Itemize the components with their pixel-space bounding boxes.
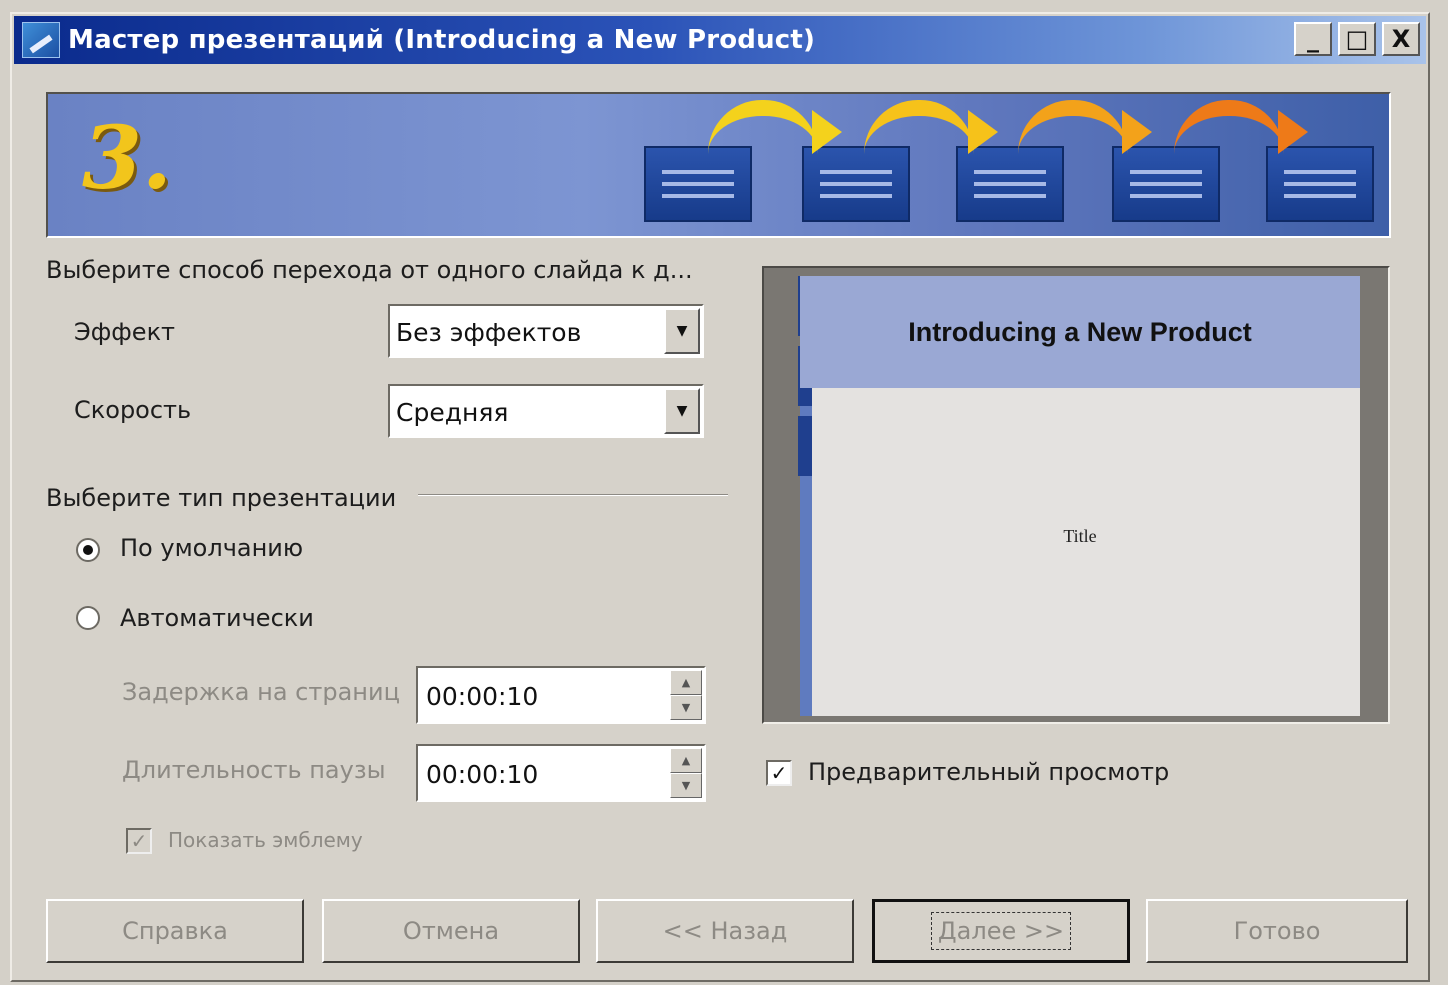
delay-label: Задержка на страниц <box>122 678 400 706</box>
arrow-icon <box>864 100 998 154</box>
pause-spin-arrows[interactable]: ▲ ▼ <box>670 748 702 798</box>
maximize-button[interactable]: □ <box>1338 22 1376 56</box>
delay-spinbox[interactable]: 00:00:10 ▲ ▼ <box>416 666 706 724</box>
speed-label: Скорость <box>74 396 192 424</box>
wizard-banner: 3. <box>46 92 1391 238</box>
effect-select[interactable]: Без эффектов ▼ <box>388 304 704 358</box>
presentation-type-heading: Выберите тип презентации <box>46 484 397 512</box>
slide-icon <box>1112 146 1220 222</box>
radio-default[interactable] <box>76 538 100 562</box>
radio-default-label[interactable]: По умолчанию <box>120 534 303 562</box>
separator <box>418 494 728 496</box>
effect-value: Без эффектов <box>396 318 582 347</box>
finish-button[interactable]: Готово <box>1146 899 1408 963</box>
arrow-icon <box>708 100 842 154</box>
back-button-label: << Назад <box>662 917 788 945</box>
pause-label: Длительность паузы <box>122 756 386 784</box>
radio-automatic[interactable] <box>76 606 100 630</box>
help-button-label: Справка <box>122 917 228 945</box>
speed-value: Средняя <box>396 398 509 427</box>
pause-value: 00:00:10 <box>426 760 539 789</box>
arrow-icon <box>1018 100 1152 154</box>
show-logo-label: Показать эмблему <box>168 828 363 852</box>
slide-icon <box>1266 146 1374 222</box>
slide-icon <box>956 146 1064 222</box>
next-button-label: Далее >> <box>930 912 1072 950</box>
spin-up-icon[interactable]: ▲ <box>670 670 702 695</box>
app-icon <box>22 22 60 58</box>
preview-checkbox-label[interactable]: Предварительный просмотр <box>808 758 1169 786</box>
back-button[interactable]: << Назад <box>596 899 854 963</box>
pause-spinbox[interactable]: 00:00:10 ▲ ▼ <box>416 744 706 802</box>
delay-spin-arrows[interactable]: ▲ ▼ <box>670 670 702 720</box>
cancel-button[interactable]: Отмена <box>322 899 580 963</box>
delay-value: 00:00:10 <box>426 682 539 711</box>
help-button[interactable]: Справка <box>46 899 304 963</box>
slide-icon <box>802 146 910 222</box>
speed-select[interactable]: Средняя ▼ <box>388 384 704 438</box>
next-button[interactable]: Далее >> <box>872 899 1130 963</box>
transition-heading: Выберите способ перехода от одного слайд… <box>46 256 693 284</box>
slide-subtitle: Title <box>1063 526 1097 546</box>
chevron-down-icon[interactable]: ▼ <box>664 388 700 434</box>
close-button[interactable]: X <box>1382 22 1420 56</box>
slide-header: Introducing a New Product <box>800 276 1360 388</box>
preview-slide: Introducing a New Product Title <box>798 276 1360 716</box>
title-bar[interactable]: Мастер презентаций (Introducing a New Pr… <box>14 16 1426 64</box>
presentation-wizard-window: Мастер презентаций (Introducing a New Pr… <box>10 12 1430 982</box>
preview-checkbox[interactable]: ✓ <box>766 760 792 786</box>
window-controls: _ □ X <box>1294 22 1420 56</box>
radio-automatic-label[interactable]: Автоматически <box>120 604 314 632</box>
spin-down-icon[interactable]: ▼ <box>670 773 702 798</box>
finish-button-label: Готово <box>1233 917 1321 945</box>
slide-preview: Introducing a New Product Title <box>762 266 1390 724</box>
spin-down-icon[interactable]: ▼ <box>670 695 702 720</box>
window-title: Мастер презентаций (Introducing a New Pr… <box>68 25 816 55</box>
effect-label: Эффект <box>74 318 176 346</box>
slide-title: Introducing a New Product <box>908 316 1252 347</box>
slide-icon <box>644 146 752 222</box>
minimize-button[interactable]: _ <box>1294 22 1332 56</box>
chevron-down-icon[interactable]: ▼ <box>664 308 700 354</box>
cancel-button-label: Отмена <box>402 917 500 945</box>
slide-tab <box>798 416 812 476</box>
arrow-icon <box>1174 100 1308 154</box>
step-number: 3. <box>82 108 172 209</box>
show-logo-checkbox[interactable]: ✓ <box>126 828 152 854</box>
spin-up-icon[interactable]: ▲ <box>670 748 702 773</box>
